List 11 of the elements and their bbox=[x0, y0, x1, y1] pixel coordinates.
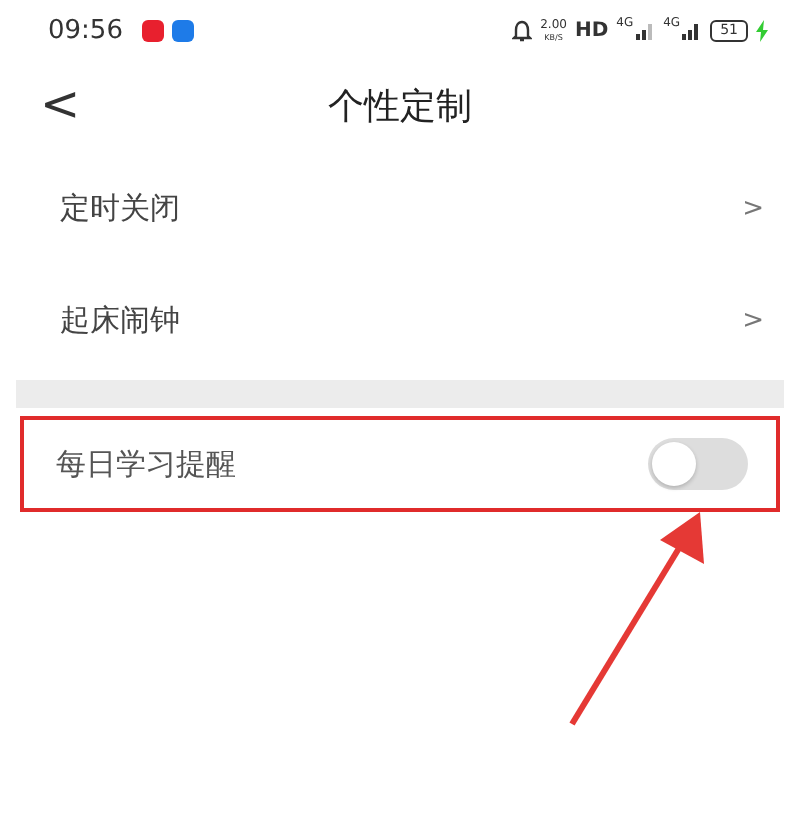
status-time: 09:56 bbox=[48, 15, 123, 45]
cloud-app-icon bbox=[172, 19, 195, 41]
signal-icon bbox=[635, 20, 656, 40]
hd-label: HD bbox=[574, 19, 609, 41]
charging-icon bbox=[756, 19, 768, 41]
app-icon bbox=[142, 19, 165, 41]
page-title: 个性定制 bbox=[328, 84, 472, 130]
toggle-switch[interactable] bbox=[648, 438, 748, 490]
back-button[interactable]: < bbox=[32, 76, 89, 132]
reminder-label: 每日学习提醒 bbox=[56, 445, 236, 483]
signal-icon bbox=[682, 20, 703, 40]
